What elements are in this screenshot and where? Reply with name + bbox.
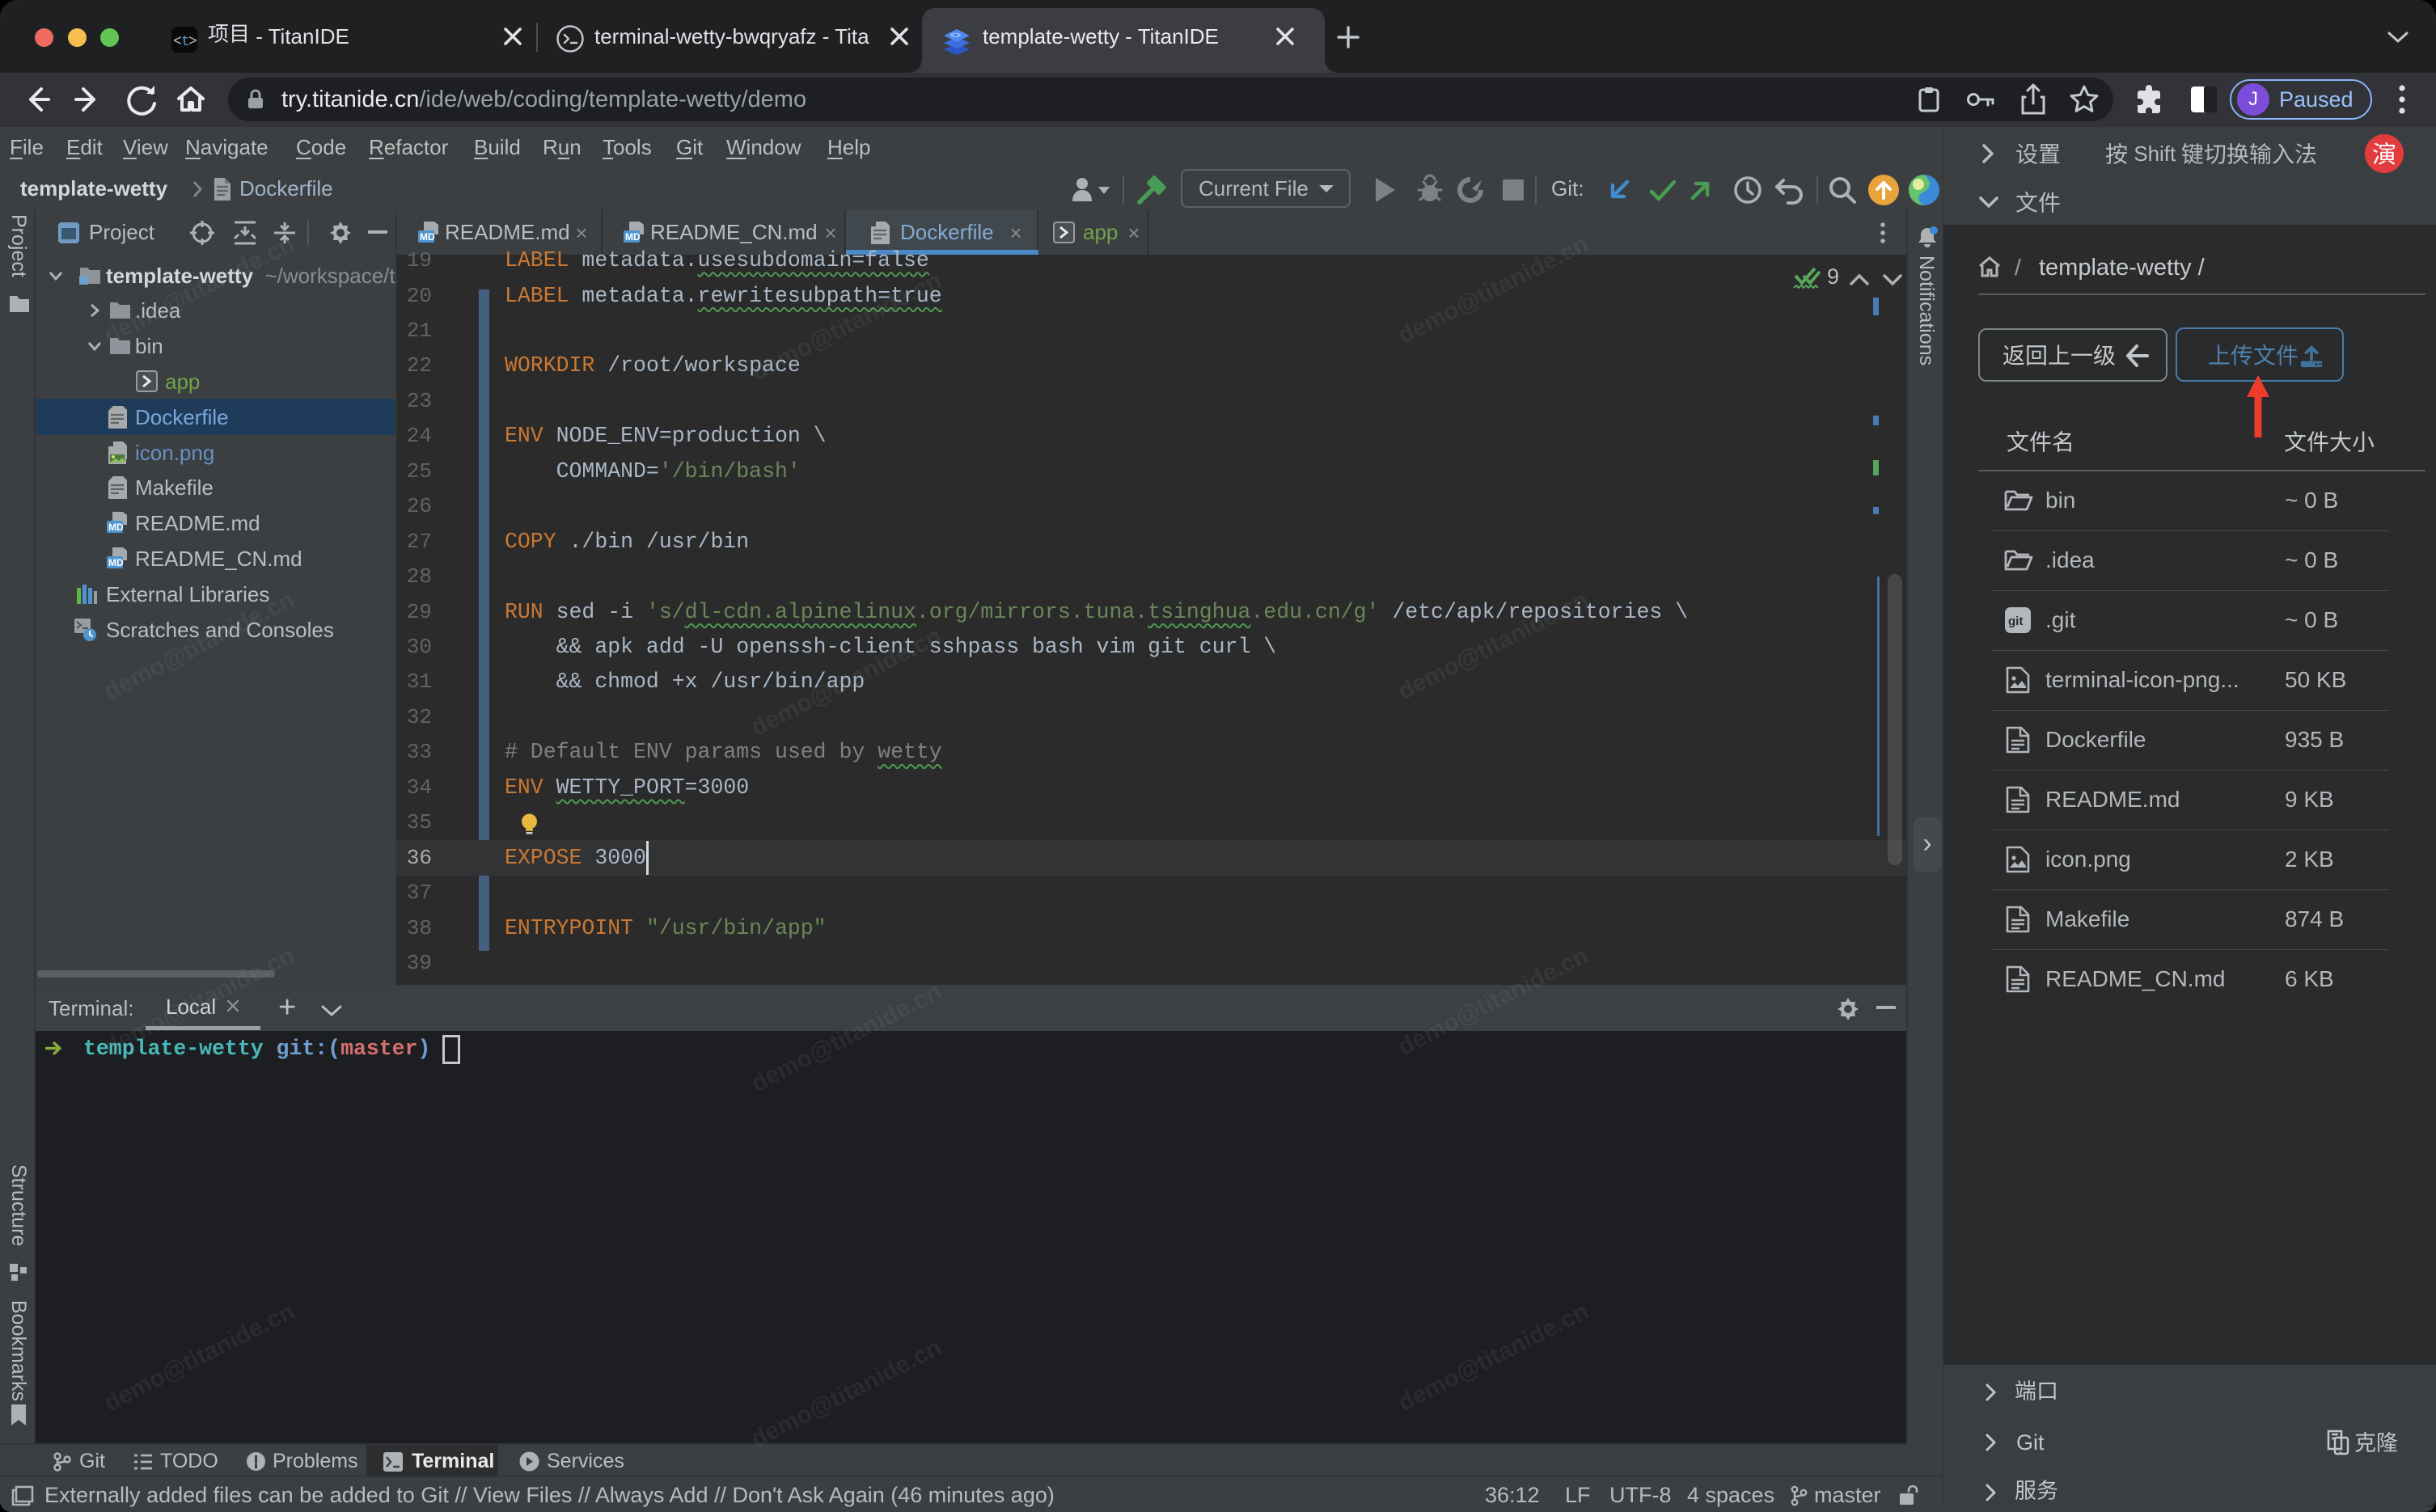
svg-text:<>: <> — [950, 32, 962, 41]
svg-text:git: git — [2008, 615, 2023, 628]
svg-text:>: > — [188, 34, 197, 50]
svg-text:MD: MD — [420, 231, 435, 243]
svg-text:MD: MD — [108, 522, 124, 533]
svg-text:MD: MD — [625, 231, 641, 243]
svg-text:MD: MD — [108, 557, 124, 568]
